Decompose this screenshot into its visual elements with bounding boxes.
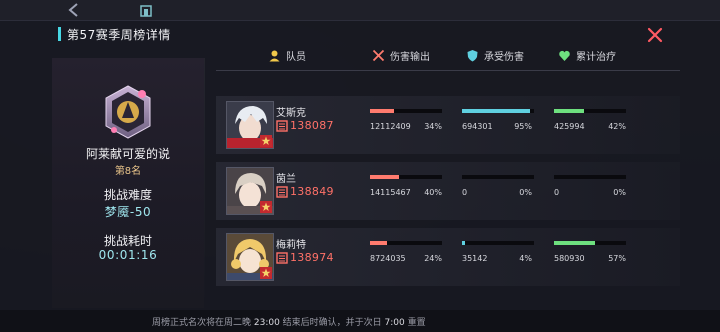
damage-pct: 24%: [424, 254, 442, 263]
footer-time-1: 23:00: [253, 318, 280, 328]
damage-value: 12112409: [370, 122, 411, 131]
power-value: 138974: [290, 251, 334, 264]
footer-prefix: 周榜正式名次将在周二晚: [152, 318, 254, 328]
damage-pct: 40%: [424, 188, 442, 197]
header-heal: 累计治疗: [558, 48, 616, 63]
member-name: 梅莉特: [276, 240, 306, 251]
header-taken-label: 承受伤害: [484, 52, 524, 63]
top-strip: [0, 0, 720, 20]
heal-pct: 57%: [608, 254, 626, 263]
footer-suffix: 重置: [404, 318, 426, 328]
crossed-swords-icon: [372, 49, 385, 62]
team-table: 队员 伤害输出 承受伤害 累计治疗 艾斯克 138087 12112409 34…: [216, 44, 680, 310]
member-name: 茵兰: [276, 174, 296, 185]
taken-pct: 0%: [519, 188, 532, 197]
avatar: [226, 233, 274, 281]
member-icon: [269, 50, 280, 62]
damage-value: 14115467: [370, 188, 411, 197]
heart-icon: [559, 50, 570, 61]
home-icon[interactable]: [138, 2, 154, 18]
footer-text: 周榜正式名次将在周二晚 23:00 结束后时确认，并于次日 7:00 重置: [152, 315, 426, 328]
damage-bar: [370, 175, 442, 179]
rank-badge-icon: [105, 85, 151, 139]
player-name: 阿莱献可爱的说: [85, 147, 170, 161]
panel-title: 第57赛季周榜详情: [58, 26, 171, 42]
member-name: 艾斯克: [276, 108, 306, 119]
close-icon[interactable]: [646, 26, 664, 44]
taken-value: 694301: [462, 122, 493, 131]
taken-bar: [462, 241, 534, 245]
damage-value: 8724035: [370, 254, 406, 263]
damage-bar: [370, 109, 442, 113]
heal-bar: [554, 109, 626, 113]
header-member: 队员: [268, 48, 306, 63]
table-row-2[interactable]: 茵兰 138849 14115467 40% 0 0% 0 0%: [216, 162, 680, 220]
heal-pct: 0%: [613, 188, 626, 197]
power-value: 138087: [290, 119, 334, 132]
avatar: [226, 101, 274, 149]
power-icon: [276, 119, 288, 132]
header-heal-label: 累计治疗: [576, 52, 616, 63]
power-rating: 138849: [276, 185, 334, 198]
footer-time-2: 7:00: [384, 318, 405, 328]
time-label: 挑战耗时: [103, 234, 152, 248]
taken-pct: 95%: [514, 122, 532, 131]
back-arrow-icon[interactable]: [66, 2, 82, 18]
footer-middle: 结束后时确认，并于次日: [279, 318, 385, 328]
header-damage: 伤害输出: [372, 48, 430, 63]
heal-bar: [554, 175, 626, 179]
difficulty-label: 挑战难度: [103, 188, 152, 202]
heal-value: 580930: [554, 254, 585, 263]
difficulty-value: 梦魇-50: [104, 205, 152, 219]
taken-bar: [462, 109, 534, 113]
power-value: 138849: [290, 185, 334, 198]
header-taken: 承受伤害: [466, 48, 524, 63]
power-rating: 138974: [276, 251, 334, 264]
heal-bar: [554, 241, 626, 245]
star-icon: [260, 267, 272, 279]
heal-pct: 42%: [608, 122, 626, 131]
damage-bar: [370, 241, 442, 245]
avatar: [226, 167, 274, 215]
power-icon: [276, 251, 288, 264]
taken-value: 0: [462, 188, 468, 197]
shield-icon: [467, 50, 478, 62]
damage-pct: 34%: [424, 122, 442, 131]
table-row-3[interactable]: 梅莉特 138974 8724035 24% 35142 4% 580930 5…: [216, 228, 680, 286]
player-summary: 阿莱献可爱的说 第8名 挑战难度 梦魇-50 挑战耗时 00:01:16: [52, 58, 205, 308]
taken-value: 35142: [462, 254, 488, 263]
panel-title-text: 第57赛季周榜详情: [67, 27, 171, 42]
footer-notice: 周榜正式名次将在周二晚 23:00 结束后时确认，并于次日 7:00 重置: [0, 310, 720, 332]
header-damage-label: 伤害输出: [390, 52, 430, 63]
star-icon: [260, 135, 272, 147]
taken-bar: [462, 175, 534, 179]
taken-pct: 4%: [519, 254, 532, 263]
heal-value: 0: [554, 188, 560, 197]
header-member-label: 队员: [286, 52, 306, 63]
title-accent: [58, 27, 61, 41]
power-rating: 138087: [276, 119, 334, 132]
table-row-1[interactable]: 艾斯克 138087 12112409 34% 694301 95% 42599…: [216, 96, 680, 154]
header-divider: [216, 70, 680, 71]
heal-value: 425994: [554, 122, 585, 131]
star-icon: [260, 201, 272, 213]
table-header: 队员 伤害输出 承受伤害 累计治疗: [216, 44, 680, 68]
player-rank: 第8名: [114, 166, 142, 177]
time-value: 00:01:16: [98, 248, 158, 262]
power-icon: [276, 185, 288, 198]
